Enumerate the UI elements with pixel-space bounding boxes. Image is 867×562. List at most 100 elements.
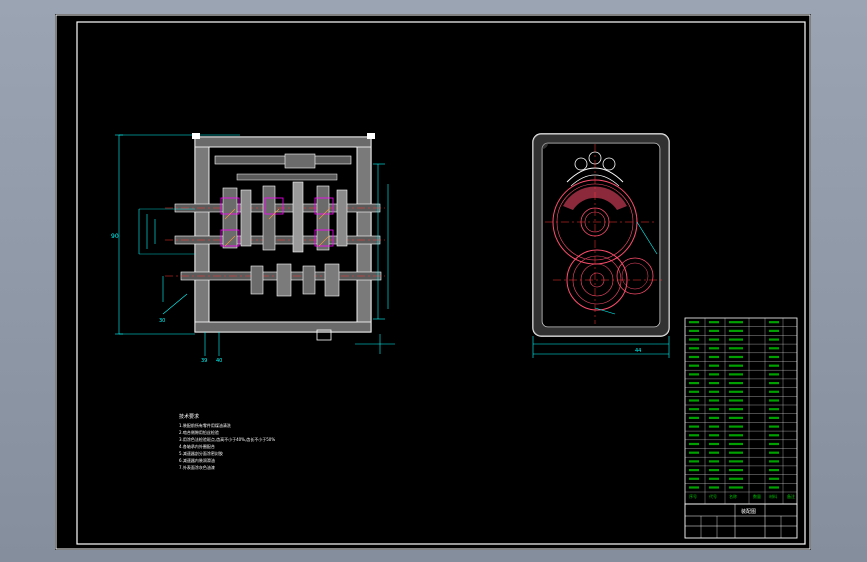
- bom-entry: [709, 373, 719, 376]
- bom-entry: [729, 486, 743, 489]
- bom-entry: [729, 451, 743, 454]
- bom-entry: [709, 460, 719, 463]
- bom-entry: [709, 468, 719, 472]
- bom-entry: [769, 338, 779, 341]
- bom-entry: [729, 477, 743, 480]
- bom-entry: [689, 442, 699, 446]
- dimension-label-height: 90: [111, 233, 119, 240]
- bom-header-remark: 备注: [787, 493, 795, 499]
- bom-entry: [729, 442, 743, 446]
- bom-entry: [769, 399, 779, 402]
- bom-entry: [709, 381, 719, 385]
- bom-entry: [709, 321, 719, 324]
- bom-entry: [709, 347, 719, 350]
- bom-entry: [769, 468, 779, 472]
- bom-entry: [709, 329, 719, 332]
- bom-entry: [709, 355, 719, 359]
- bom-entry: [729, 364, 743, 367]
- bom-entry: [729, 408, 743, 411]
- bom-entry: [689, 347, 699, 350]
- bom-entry: [689, 477, 699, 480]
- bom-entry: [709, 442, 719, 446]
- bom-entry: [709, 416, 719, 419]
- bom-entry: [709, 425, 719, 428]
- bom-entry: [769, 451, 779, 454]
- bom-entry: [689, 416, 699, 419]
- bom-entry: [729, 329, 743, 332]
- bom-entry: [709, 486, 719, 489]
- bom-entry: [709, 390, 719, 393]
- bom-entry: [709, 451, 719, 454]
- bom-entry: [729, 468, 743, 472]
- bom-entry: [769, 329, 779, 332]
- bom-header-qty: 数量: [753, 493, 761, 499]
- side-dimension-label: 44: [635, 348, 641, 354]
- bom-entry: [769, 434, 779, 437]
- bom-entry: [689, 451, 699, 454]
- bom-entry: [689, 399, 699, 402]
- bom-header-material: 材料: [769, 493, 777, 499]
- title-block-title: 装配图: [741, 508, 756, 515]
- bom-entry: [729, 434, 743, 437]
- bom-entry: [709, 364, 719, 367]
- note-line-2: 2.啮合侧隙用铅丝检验: [179, 429, 219, 435]
- note-line-6: 6.减速器内装润滑油: [179, 457, 215, 463]
- bom-entry: [709, 477, 719, 480]
- cad-workspace[interactable]: 90 30 39 40 44 技术要求 1.装配前所有零件用煤油清洗 2.啮合侧…: [0, 0, 867, 562]
- bom-entry: [689, 408, 699, 411]
- bom-entry: [709, 399, 719, 402]
- bom-entry: [769, 486, 779, 489]
- bom-entry: [689, 329, 699, 332]
- title-block[interactable]: 装配图: [684, 503, 798, 539]
- bom-entry: [769, 347, 779, 350]
- bom-entry: [689, 460, 699, 463]
- note-line-5: 5.减速器剖分面涂密封胶: [179, 450, 223, 456]
- side-view[interactable]: 44: [532, 133, 670, 358]
- bom-header-code: 代号: [709, 493, 717, 499]
- notes-title: 技术要求: [179, 413, 199, 420]
- note-line-3: 3.用涂色法检验斑点,齿高不小于40%,齿长不小于50%: [179, 436, 275, 442]
- bom-entry: [729, 381, 743, 385]
- note-line-4: 4.各轴承内外圈配合: [179, 443, 215, 449]
- dimension-label-2: 39: [201, 358, 207, 364]
- note-line-7: 7.外表面涂灰色油漆: [179, 464, 215, 470]
- drawing-canvas[interactable]: 90 30 39 40 44 技术要求 1.装配前所有零件用煤油清洗 2.啮合侧…: [55, 14, 811, 550]
- bom-header-name: 名称: [729, 493, 737, 499]
- bom-entry: [689, 364, 699, 367]
- bom-entry: [769, 460, 779, 463]
- bom-entry: [689, 381, 699, 385]
- bom-entry: [769, 373, 779, 376]
- bom-entry: [769, 408, 779, 411]
- bom-entry: [709, 338, 719, 341]
- bom-entry: [769, 355, 779, 359]
- dimension-label-1: 30: [159, 318, 165, 324]
- bom-entry: [709, 434, 719, 437]
- bom-entry: [709, 408, 719, 411]
- bom-entry: [769, 477, 779, 480]
- bom-entry: [769, 442, 779, 446]
- outer-border: [55, 14, 811, 550]
- bom-entry: [689, 321, 699, 324]
- technical-notes: 技术要求 1.装配前所有零件用煤油清洗 2.啮合侧隙用铅丝检验 3.用涂色法检验…: [179, 413, 275, 470]
- bom-entry: [689, 434, 699, 437]
- drawing-sheet[interactable]: 90 30 39 40 44 技术要求 1.装配前所有零件用煤油清洗 2.啮合侧…: [55, 14, 811, 550]
- bom-entry: [729, 373, 743, 376]
- bom-entry: [689, 390, 699, 393]
- bom-entry: [689, 338, 699, 341]
- bom-entry: [729, 460, 743, 463]
- bill-of-materials[interactable]: 序号 代号 名称 数量 材料 备注: [684, 317, 798, 505]
- bom-entry: [769, 425, 779, 428]
- bom-entry: [769, 390, 779, 393]
- dimension-label-3: 40: [216, 358, 222, 364]
- bom-entry: [689, 355, 699, 359]
- bom-entry: [729, 425, 743, 428]
- front-section-view[interactable]: 90 30 39 40: [111, 133, 395, 364]
- bom-entry: [769, 364, 779, 367]
- bom-entry: [729, 338, 743, 341]
- bom-entry: [769, 416, 779, 419]
- bom-entry: [729, 416, 743, 419]
- bom-entry: [729, 321, 743, 324]
- bom-entry: [689, 468, 699, 472]
- bom-entry: [729, 399, 743, 402]
- bom-entry: [729, 347, 743, 350]
